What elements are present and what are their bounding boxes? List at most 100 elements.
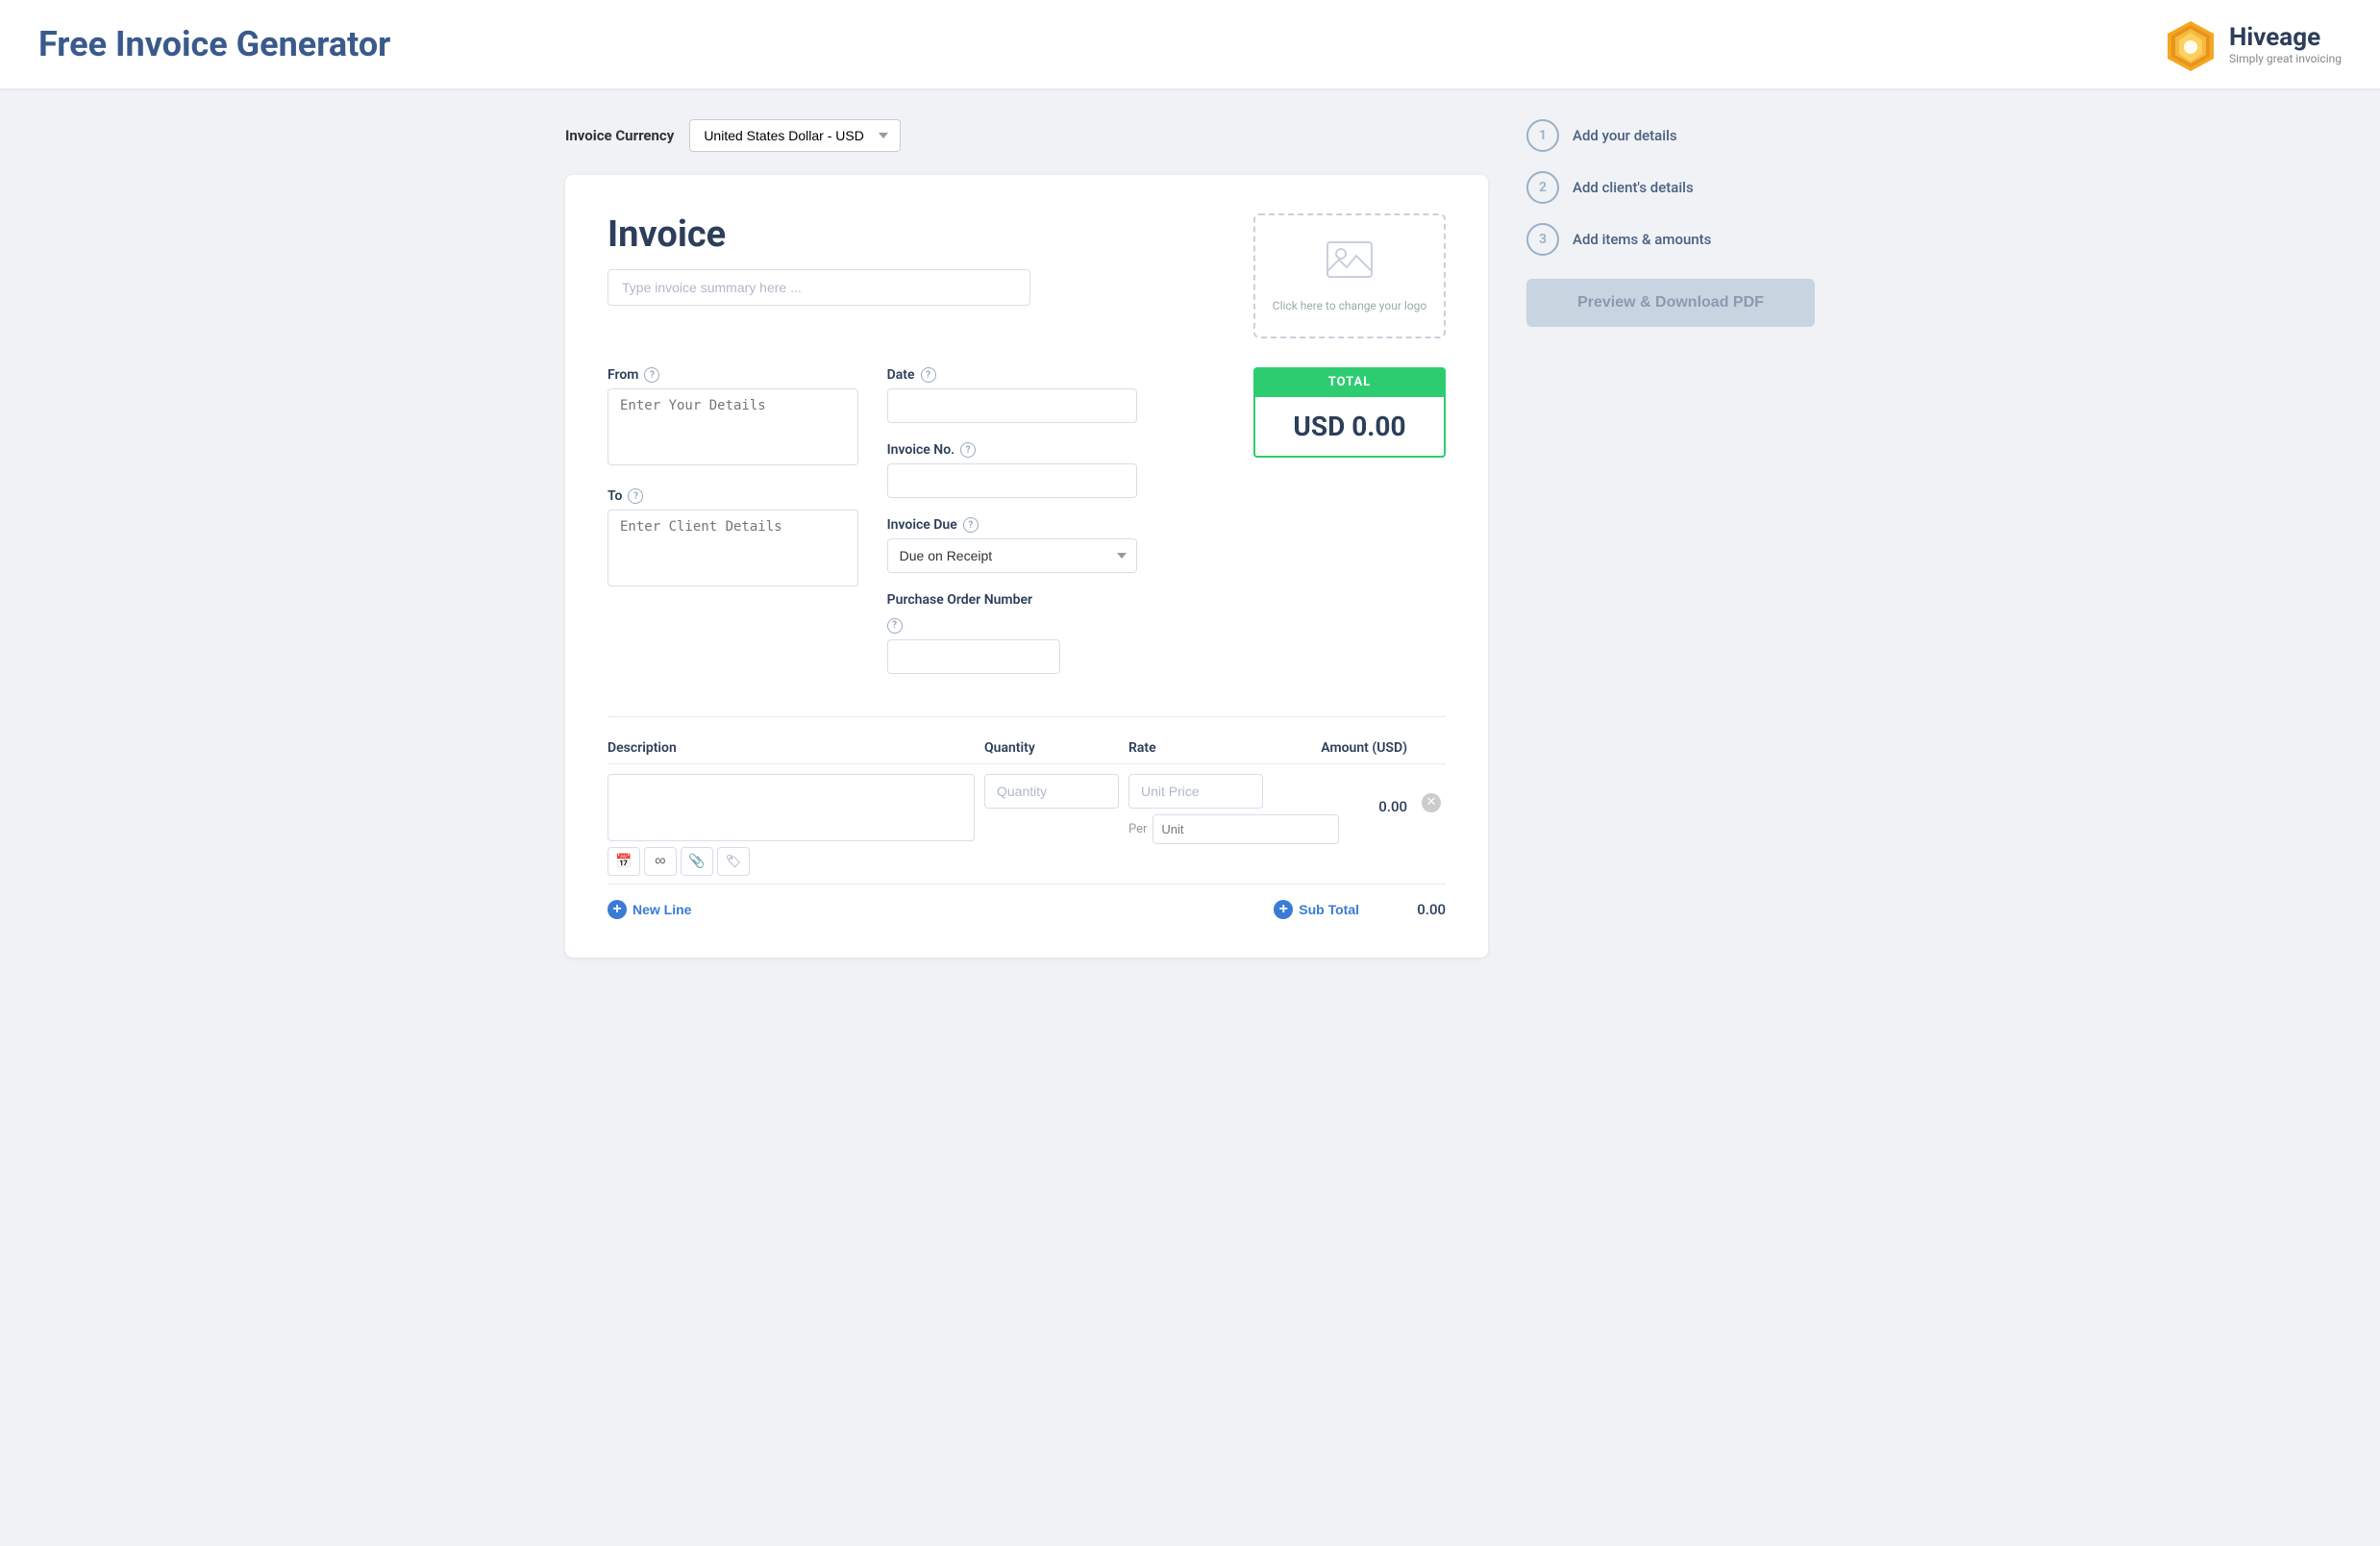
calendar-icon: 📅 — [615, 853, 632, 869]
po-help-icon[interactable]: ? — [887, 618, 903, 634]
invoice-card: Invoice Click here to change your logo — [565, 175, 1488, 958]
step-label-2: Add client's details — [1573, 179, 1694, 196]
per-row: Per — [1128, 814, 1263, 844]
remove-icon[interactable]: ✕ — [1422, 793, 1441, 812]
currency-row: Invoice Currency United States Dollar - … — [565, 119, 1488, 152]
invoice-no-label: Invoice No. ? — [887, 442, 1138, 458]
link-icon: ∞ — [655, 853, 665, 870]
form-section: From ? To ? — [607, 367, 1446, 693]
invoice-due-select[interactable]: Due on Receipt Net 15 Net 30 Net 60 Cust… — [887, 538, 1138, 573]
quantity-col — [984, 774, 1119, 809]
invoice-no-help-icon[interactable]: ? — [960, 442, 976, 458]
subtotal-icon: + — [1274, 900, 1293, 919]
page-title: Free Invoice Generator — [38, 24, 390, 64]
invoice-due-field-group: Invoice Due ? Due on Receipt Net 15 Net … — [887, 517, 1138, 573]
hiveage-logo-icon — [2164, 17, 2218, 71]
invoice-title-area: Invoice — [607, 213, 1253, 306]
tag-toolbar-btn[interactable]: 🏷 — [717, 847, 750, 876]
table-row: 📅 ∞ 📎 🏷 — [607, 774, 1446, 876]
subtotal-area: + Sub Total 0.00 — [1274, 900, 1446, 919]
from-label: From ? — [607, 367, 858, 383]
po-number-field-group: Purchase Order Number ? — [887, 592, 1138, 674]
per-label: Per — [1128, 822, 1147, 836]
calendar-toolbar-btn[interactable]: 📅 — [607, 847, 640, 876]
currency-select[interactable]: United States Dollar - USD Euro - EUR Br… — [689, 119, 901, 152]
page-header: Free Invoice Generator Hiveage Simply gr… — [0, 0, 2380, 90]
invoice-no-input[interactable]: IN-0001 — [887, 463, 1138, 498]
to-help-icon[interactable]: ? — [628, 488, 643, 504]
total-amount-box: USD 0.00 — [1253, 397, 1446, 458]
logo-upload-text: Click here to change your logo — [1273, 299, 1426, 312]
to-field-group: To ? — [607, 488, 858, 590]
line-amount-value: 0.00 — [1378, 798, 1407, 815]
unit-price-input[interactable] — [1128, 774, 1263, 809]
brand-tagline: Simply great invoicing — [2229, 52, 2342, 65]
attachment-toolbar-btn[interactable]: 📎 — [681, 847, 713, 876]
step-label-3: Add items & amounts — [1573, 231, 1711, 248]
currency-label: Invoice Currency — [565, 127, 674, 144]
right-column: TOTAL USD 0.00 — [1166, 367, 1446, 693]
date-label: Date ? — [887, 367, 1138, 383]
col-description-header: Description — [607, 740, 975, 756]
image-placeholder-icon — [1326, 240, 1374, 291]
date-help-icon[interactable]: ? — [921, 367, 936, 383]
total-label: TOTAL — [1253, 367, 1446, 397]
unit-input[interactable] — [1153, 814, 1339, 844]
subtotal-value: 0.00 — [1388, 901, 1446, 918]
col-amount-header: Amount (USD) — [1273, 740, 1407, 756]
icon-toolbar: 📅 ∞ 📎 🏷 — [607, 847, 975, 876]
col-quantity-header: Quantity — [984, 740, 1119, 756]
invoice-due-help-icon[interactable]: ? — [963, 517, 979, 533]
brand-logo: Hiveage Simply great invoicing — [2164, 17, 2342, 71]
from-help-icon[interactable]: ? — [644, 367, 659, 383]
left-content: Invoice Currency United States Dollar - … — [565, 119, 1488, 958]
invoice-no-field-group: Invoice No. ? IN-0001 — [887, 442, 1138, 498]
line-items-header: Description Quantity Rate Amount (USD) — [607, 740, 1446, 764]
po-input[interactable] — [887, 639, 1060, 674]
step-number-3: 3 — [1526, 223, 1559, 256]
section-divider — [607, 716, 1446, 717]
steps-list: 1 Add your details 2 Add client's detail… — [1526, 119, 1815, 256]
main-container: Invoice Currency United States Dollar - … — [527, 90, 1853, 986]
remove-btn[interactable]: ✕ — [1417, 774, 1446, 812]
invoice-header-section: Invoice Click here to change your logo — [607, 213, 1446, 338]
tag-icon: 🏷 — [726, 854, 742, 869]
col-rate-header: Rate — [1128, 740, 1263, 756]
rate-col: Per — [1128, 774, 1263, 844]
link-toolbar-btn[interactable]: ∞ — [644, 847, 677, 876]
total-amount: USD 0.00 — [1293, 411, 1405, 442]
preview-download-button[interactable]: Preview & Download PDF — [1526, 279, 1815, 327]
amount-col: 0.00 — [1273, 774, 1407, 815]
new-line-label: New Line — [632, 902, 691, 917]
to-textarea[interactable] — [607, 510, 858, 586]
mid-column: Date ? 2020-07-24 Invoice No. ? IN-0001 — [887, 367, 1167, 693]
quantity-input[interactable] — [984, 774, 1119, 809]
step-item-3: 3 Add items & amounts — [1526, 223, 1815, 256]
from-textarea[interactable] — [607, 388, 858, 465]
description-col: 📅 ∞ 📎 🏷 — [607, 774, 975, 876]
description-textarea[interactable] — [607, 774, 975, 841]
to-label: To ? — [607, 488, 858, 504]
right-sidebar: 1 Add your details 2 Add client's detail… — [1526, 119, 1815, 958]
invoice-title: Invoice — [607, 213, 1253, 256]
step-number-2: 2 — [1526, 171, 1559, 204]
new-line-button[interactable]: + New Line — [607, 900, 691, 919]
date-field-group: Date ? 2020-07-24 — [887, 367, 1138, 423]
po-label: Purchase Order Number — [887, 592, 1138, 608]
subtotal-button[interactable]: + Sub Total — [1274, 900, 1359, 919]
step-item-2: 2 Add client's details — [1526, 171, 1815, 204]
step-item-1: 1 Add your details — [1526, 119, 1815, 152]
step-number-1: 1 — [1526, 119, 1559, 152]
date-input[interactable]: 2020-07-24 — [887, 388, 1138, 423]
brand-name: Hiveage — [2229, 23, 2342, 52]
invoice-due-label: Invoice Due ? — [887, 517, 1138, 533]
from-field-group: From ? — [607, 367, 858, 469]
from-column: From ? To ? — [607, 367, 887, 693]
logo-upload-area[interactable]: Click here to change your logo — [1253, 213, 1446, 338]
attachment-icon: 📎 — [688, 853, 705, 869]
subtotal-label: Sub Total — [1299, 902, 1359, 917]
brand-name-area: Hiveage Simply great invoicing — [2229, 23, 2342, 65]
step-label-1: Add your details — [1573, 127, 1677, 144]
invoice-summary-input[interactable] — [607, 269, 1030, 306]
footer-row: + New Line + Sub Total 0.00 — [607, 884, 1446, 919]
